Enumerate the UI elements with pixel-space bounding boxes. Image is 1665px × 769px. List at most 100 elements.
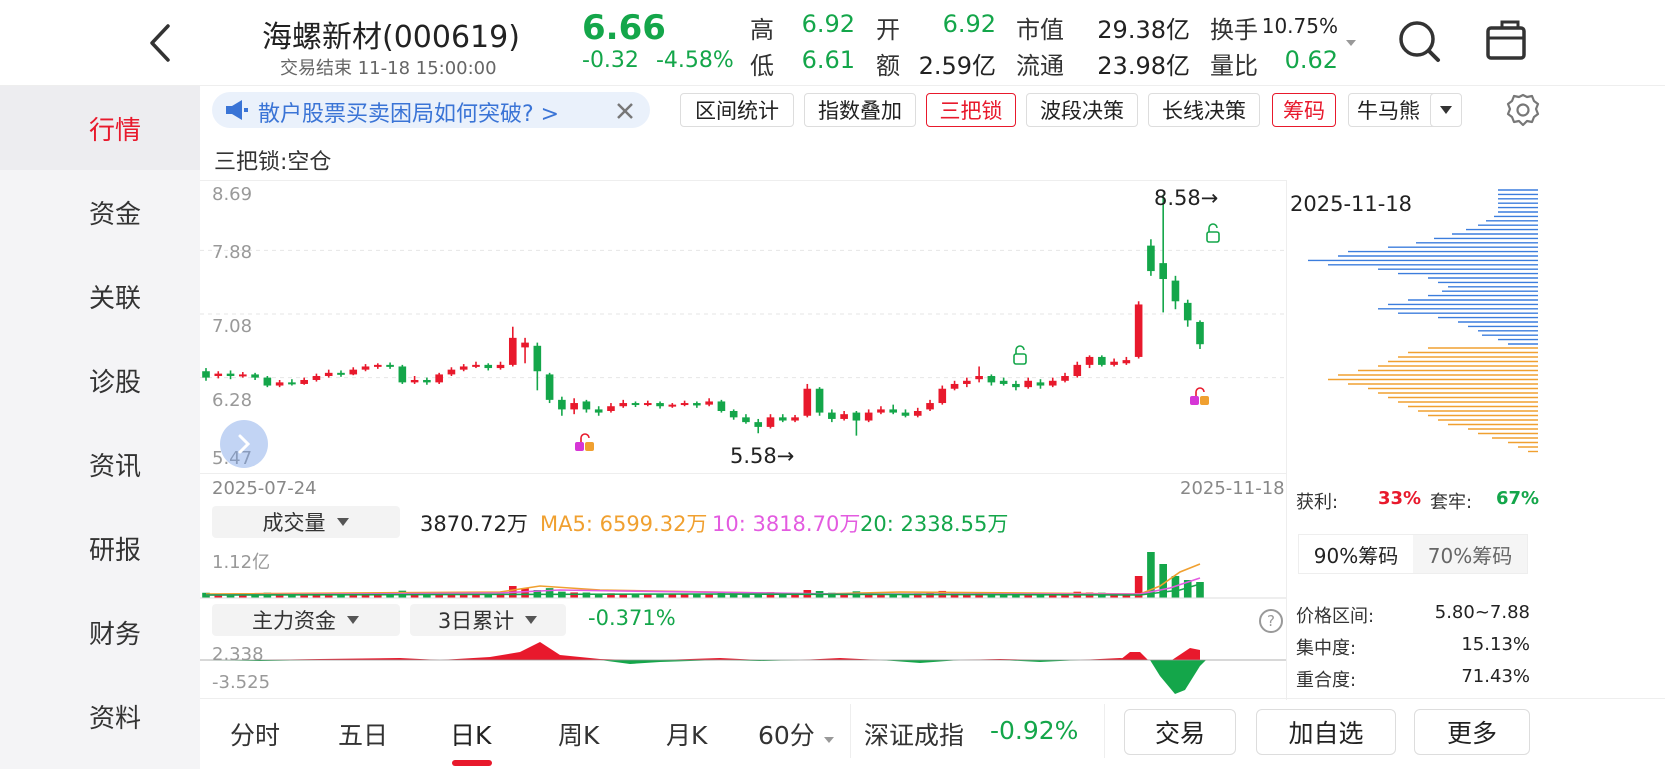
candle-body [791, 417, 799, 421]
candle-body [324, 372, 333, 377]
search-icon[interactable] [1396, 18, 1442, 64]
high-marker: 8.58→ [1154, 186, 1219, 210]
lock-body-left [1190, 396, 1199, 405]
interval-stats-button[interactable]: 区间统计 [680, 93, 794, 127]
megaphone-icon [226, 100, 248, 120]
candle-body [398, 366, 407, 383]
caret-down-icon [525, 616, 538, 624]
more-indicators-dropdown[interactable] [1430, 93, 1462, 127]
candle-body [214, 373, 223, 377]
fund-flow-inflow-area [206, 642, 1200, 660]
candle-body [263, 377, 272, 386]
indicator-status: 三把锁:空仓 [214, 150, 332, 175]
tab-intraday[interactable]: 分时 [230, 716, 280, 752]
band-decision-button[interactable]: 波段决策 [1026, 93, 1138, 127]
high-value: 6.92 [801, 10, 855, 38]
sidebar-item-finance[interactable]: 财务 [0, 590, 200, 674]
more-button[interactable]: 更多 [1414, 709, 1530, 755]
volume-chart[interactable] [200, 546, 1286, 602]
turnover-label: 换手 [1210, 16, 1258, 44]
candle-body [472, 364, 480, 367]
tab-daily-k[interactable]: 日K [450, 716, 491, 752]
fund-flow-value: -0.371% [588, 606, 676, 630]
float-label: 流通 [1016, 52, 1064, 80]
tab-weekly-k[interactable]: 周K [558, 716, 599, 752]
index-change[interactable]: -0.92% [990, 716, 1078, 745]
expand-button[interactable] [220, 420, 268, 468]
tab-five-day[interactable]: 五日 [338, 716, 388, 752]
fund-flow-selector[interactable]: 主力资金 [212, 604, 400, 636]
candle-body [926, 403, 934, 410]
caret-down-icon[interactable] [1344, 38, 1358, 48]
candle-body [999, 380, 1008, 384]
sidebar-item-news[interactable]: 资讯 [0, 422, 200, 506]
three-locks-button[interactable]: 三把锁 [926, 93, 1016, 127]
candle-body [1073, 364, 1082, 377]
float-value: 23.98亿 [1097, 52, 1190, 80]
price-range-label: 价格区间: [1296, 606, 1375, 627]
sidebar-item-related[interactable]: 关联 [0, 254, 200, 338]
start-date: 2025-07-24 [212, 478, 317, 499]
price-range-value: 5.80~7.88 [1434, 602, 1530, 623]
sidebar-item-market[interactable]: 行情 [0, 86, 200, 170]
fund-flow-period-selector[interactable]: 3日累计 [410, 604, 566, 636]
open-label: 开 [876, 16, 900, 44]
concentration-value: 15.13% [1461, 634, 1530, 655]
trade-button[interactable]: 交易 [1124, 709, 1236, 755]
candle-body [288, 382, 296, 385]
trapped-label: 套牢: [1430, 492, 1473, 513]
sidebar-item-funds[interactable]: 资金 [0, 170, 200, 254]
lock-icon [1190, 387, 1209, 405]
add-watchlist-button[interactable]: 加自选 [1256, 709, 1396, 755]
candle-body [410, 379, 419, 383]
y-label-4: 6.28 [212, 390, 253, 411]
candle-body [1085, 356, 1094, 365]
unlock-icon [1206, 223, 1220, 243]
long-decision-button[interactable]: 长线决策 [1148, 93, 1260, 127]
gear-icon[interactable] [1506, 93, 1540, 127]
candle-body [373, 364, 382, 367]
candle-body [803, 388, 812, 416]
volume-current: 3870.72万 [420, 512, 528, 536]
kline-chart[interactable] [200, 180, 1286, 472]
index-overlay-button[interactable]: 指数叠加 [804, 93, 916, 127]
volume-bar [521, 588, 529, 598]
candle-body [349, 369, 358, 375]
mktcap-value: 29.38亿 [1097, 16, 1190, 44]
current-price: 6.66 [582, 8, 666, 48]
fund-flow-selector-label: 主力资金 [252, 609, 336, 633]
stock-name: 海螺新材(000619) [262, 20, 520, 55]
tab-60min[interactable]: 60分 [758, 716, 835, 752]
promo-text[interactable]: 散户股票买卖困局如何突破? > [258, 96, 559, 128]
candle-body [1110, 361, 1118, 365]
tab-monthly-k[interactable]: 月K [666, 716, 707, 752]
close-icon[interactable] [614, 100, 636, 122]
lock-body-left [575, 442, 584, 451]
candle-body [643, 403, 652, 406]
index-name[interactable]: 深证成指 [864, 716, 964, 752]
lock-icon [575, 433, 594, 451]
trapped-value: 67% [1496, 488, 1540, 509]
low-label: 低 [750, 52, 774, 80]
fund-flow-chart[interactable] [200, 640, 1286, 696]
tab-60min-label: 60分 [758, 721, 815, 750]
question-circle-icon[interactable]: ? [1258, 608, 1284, 634]
chip-distribution-chart [1308, 189, 1538, 453]
candle-body [1024, 380, 1033, 388]
change-value: -0.32 [582, 48, 639, 73]
sidebar-item-profile[interactable]: 资料 [0, 674, 200, 758]
volume-ma10: 10: 3818.70万 [712, 512, 861, 536]
sidebar-item-research[interactable]: 研报 [0, 506, 200, 590]
chips-button[interactable]: 筹码 [1272, 93, 1336, 127]
candle-body [1171, 280, 1180, 302]
chevron-left-icon[interactable] [140, 18, 180, 68]
candle-body [423, 379, 431, 383]
share-box-icon[interactable] [1484, 18, 1530, 64]
volume-ma5-line [205, 563, 1201, 595]
chip-date: 2025-11-18 [1290, 192, 1413, 216]
candle-body [607, 406, 615, 411]
volume-selector[interactable]: 成交量 [212, 506, 400, 538]
tab-90-chips[interactable]: 90%筹码 [1299, 535, 1413, 573]
tab-70-chips[interactable]: 70%筹码 [1414, 535, 1526, 573]
sidebar-item-diagnosis[interactable]: 诊股 [0, 338, 200, 422]
